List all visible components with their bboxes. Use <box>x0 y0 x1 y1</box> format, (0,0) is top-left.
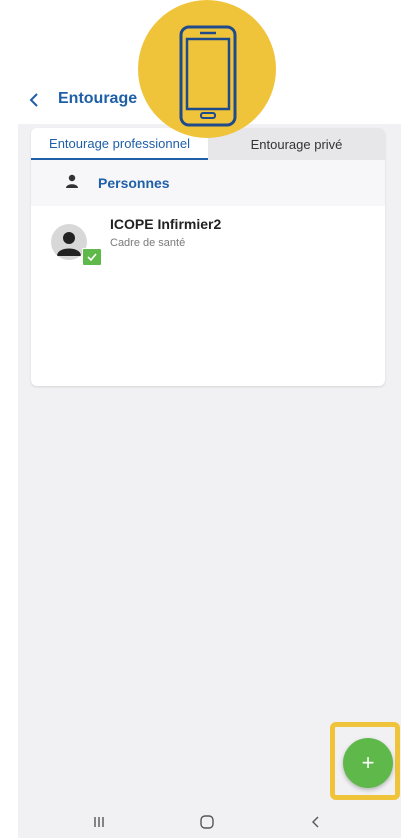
home-icon <box>200 815 214 829</box>
check-icon <box>87 253 97 262</box>
home-button[interactable] <box>194 812 220 832</box>
list-item[interactable]: ICOPE Infirmier2 Cadre de santé <box>39 206 377 286</box>
add-button[interactable]: + <box>343 738 393 788</box>
person-role: Cadre de santé <box>110 237 186 249</box>
page-title: Entourage <box>58 90 138 107</box>
back-icon <box>312 816 319 828</box>
entourage-card: Entourage professionnel Entourage privé … <box>31 128 385 386</box>
overlay-badge <box>138 0 276 138</box>
chevron-left-icon <box>29 93 38 107</box>
system-back-button[interactable] <box>302 812 328 832</box>
persons-section-header: Personnes <box>31 160 385 206</box>
recent-apps-icon <box>94 817 104 827</box>
smartphone-icon <box>179 25 237 127</box>
system-navbar <box>18 806 401 838</box>
person-icon <box>66 174 78 188</box>
status-badge <box>82 248 102 266</box>
plus-icon: + <box>361 750 375 775</box>
section-title: Personnes <box>98 175 170 191</box>
person-name: ICOPE Infirmier2 <box>110 216 222 232</box>
recent-apps-button[interactable] <box>86 812 112 832</box>
back-button[interactable] <box>24 88 44 112</box>
